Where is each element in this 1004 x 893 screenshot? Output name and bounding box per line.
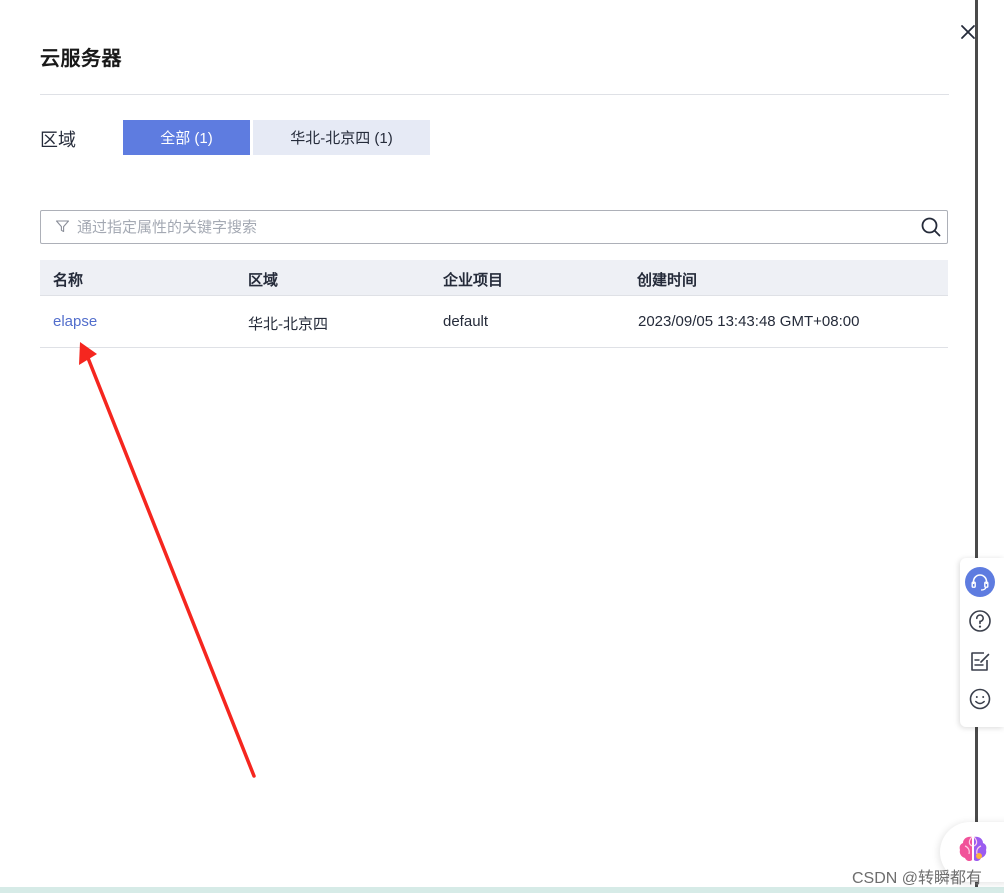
search-icon[interactable] bbox=[920, 216, 942, 238]
server-enterprise-project: default bbox=[443, 313, 489, 330]
feedback-icon[interactable] bbox=[965, 646, 995, 676]
server-region: 华北-北京四 bbox=[248, 316, 328, 333]
server-name-link[interactable]: elapse bbox=[53, 313, 97, 330]
region-tab-all[interactable]: 全部 (1) bbox=[123, 120, 250, 155]
region-filter-label: 区域 bbox=[40, 130, 76, 150]
table-header: 名称 区域 企业项目 创建时间 bbox=[40, 260, 948, 296]
column-header-enterprise-project[interactable]: 企业项目 bbox=[443, 269, 503, 290]
server-created-time: 2023/09/05 13:43:48 GMT+08:00 bbox=[638, 313, 860, 330]
column-header-region[interactable]: 区域 bbox=[248, 269, 278, 290]
window-edge bbox=[975, 0, 978, 893]
watermark: CSDN @转瞬都有 bbox=[852, 870, 983, 887]
table-row: elapse 华北-北京四 default 2023/09/05 13:43:4… bbox=[40, 296, 948, 348]
filter-icon[interactable] bbox=[55, 219, 70, 234]
headset-icon[interactable] bbox=[965, 567, 995, 597]
dialog-title: 云服务器 bbox=[40, 48, 122, 70]
column-header-name[interactable]: 名称 bbox=[53, 269, 83, 290]
brain-icon[interactable] bbox=[957, 834, 989, 864]
column-header-created-time[interactable]: 创建时间 bbox=[637, 269, 697, 290]
search-input[interactable] bbox=[77, 214, 897, 240]
search-box bbox=[40, 210, 948, 244]
help-icon[interactable] bbox=[965, 606, 995, 636]
close-icon[interactable] bbox=[957, 21, 979, 43]
floating-toolbar bbox=[960, 558, 1004, 727]
region-tab-north-china-beijing4[interactable]: 华北-北京四 (1) bbox=[253, 120, 430, 155]
smile-icon[interactable] bbox=[965, 684, 995, 714]
title-divider bbox=[40, 94, 949, 95]
